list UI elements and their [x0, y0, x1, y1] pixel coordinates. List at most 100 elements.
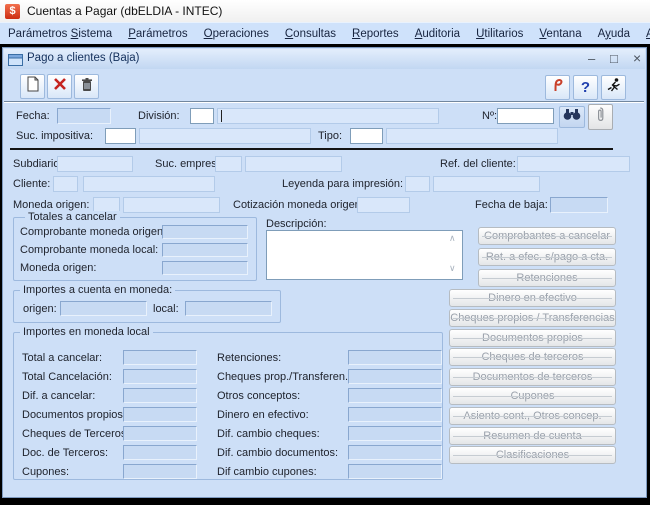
documentos-propios-label: Documentos propios: — [22, 409, 126, 422]
help-button[interactable]: ? — [573, 75, 598, 100]
importe-field — [123, 426, 197, 441]
form-window-icon — [8, 53, 23, 71]
cheques-propios-button[interactable]: Cheques propios / Transferencias — [449, 309, 616, 327]
retenciones-button[interactable]: Retenciones — [478, 269, 616, 287]
documentos-propios-button[interactable]: Documentos propios — [449, 329, 616, 347]
importe-field — [185, 301, 272, 316]
menu-ayuda[interactable]: Ayuda — [598, 28, 630, 40]
dif-cambio-cupones-label: Dif cambio cupones: — [217, 466, 317, 479]
minimize-button[interactable]: – — [588, 51, 595, 66]
cheques-terceros-button[interactable]: Cheques de terceros — [449, 348, 616, 366]
division-label: División: — [138, 110, 180, 123]
otros-conceptos-label: Otros conceptos: — [217, 390, 300, 403]
importe-field — [123, 369, 197, 384]
importe-field — [348, 369, 442, 384]
suc-empresa-code-field — [215, 156, 242, 172]
comprobante-ml-label: Comprobante moneda local: — [20, 244, 158, 257]
cotizacion-field — [357, 197, 410, 213]
resumen-cuenta-button[interactable]: Resumen de cuenta — [449, 427, 616, 445]
importes-local-title: Importes en moneda local — [20, 326, 153, 338]
nro-field[interactable] — [497, 108, 554, 124]
cupones-button[interactable]: Cupones — [449, 387, 616, 405]
menu-utilitarios[interactable]: Utilitarios — [476, 28, 523, 40]
totales-group-title: Totales a cancelar — [25, 211, 120, 223]
importe-field — [123, 350, 197, 365]
cliente-desc-field — [83, 176, 215, 192]
fecha-label: Fecha: — [16, 110, 50, 123]
new-document-icon — [25, 76, 41, 97]
clasificaciones-button[interactable]: Clasificaciones — [449, 446, 616, 464]
importe-field — [123, 407, 197, 422]
dinero-efectivo-button[interactable]: Dinero en efectivo — [449, 289, 616, 307]
binoculars-icon — [563, 108, 581, 126]
red-hook-icon — [552, 77, 564, 98]
menubar: Parámetros Sistema Parámetros Operacione… — [0, 22, 650, 44]
dif-a-cancelar-label: Dif. a cancelar: — [22, 390, 95, 403]
documentos-terceros-button[interactable]: Documentos de terceros — [449, 368, 616, 386]
app-title: Cuentas a Pagar (dbELDIA - INTEC) — [27, 4, 222, 18]
importe-field — [123, 464, 197, 479]
cheques-prop-label: Cheques prop./Transferen.: — [217, 371, 351, 384]
comprobante-mo-label: Comprobante moneda origen: — [20, 226, 166, 239]
menu-consultas[interactable]: Consultas — [285, 28, 336, 40]
leyenda-label: Leyenda para impresión: — [282, 178, 403, 191]
toolbar-separator — [4, 101, 644, 103]
subdiario-label: Subdiario: — [13, 158, 63, 171]
origen-label: origen: — [23, 303, 57, 316]
moneda-origen-total-label: Moneda origen: — [20, 262, 96, 275]
exit-button[interactable] — [601, 75, 626, 100]
tipo-desc-field — [386, 128, 558, 144]
tipo-code-field[interactable] — [350, 128, 383, 144]
attachment-button[interactable] — [588, 104, 613, 130]
ref-cliente-field — [517, 156, 630, 172]
division-code-field[interactable] — [190, 108, 214, 124]
descripcion-textarea[interactable] — [266, 230, 463, 280]
importe-field — [348, 388, 442, 403]
suc-impositiva-code-field[interactable] — [105, 128, 136, 144]
fecha-baja-label: Fecha de baja: — [475, 199, 548, 212]
cotizacion-label: Cotización moneda origen: — [233, 199, 364, 212]
dinero-efectivo-label: Dinero en efectivo: — [217, 409, 309, 422]
menu-reportes[interactable]: Reportes — [352, 28, 399, 40]
search-button[interactable] — [559, 106, 585, 128]
maximize-button[interactable]: □ — [610, 51, 618, 66]
menu-ate[interactable]: Ate — [646, 28, 650, 40]
child-window-title: Pago a clientes (Baja) — [27, 52, 140, 64]
menu-parametros[interactable]: Parámetros — [128, 28, 187, 40]
menu-parametros-sistema[interactable]: Parámetros Sistema — [8, 28, 112, 40]
delete-button[interactable] — [74, 74, 99, 99]
dif-cambio-documentos-label: Dif. cambio documentos: — [217, 447, 338, 460]
importe-field — [348, 350, 442, 365]
menu-ventana[interactable]: Ventana — [539, 28, 581, 40]
importe-field — [123, 388, 197, 403]
cliente-code-field — [53, 176, 78, 192]
ref-cliente-label: Ref. del cliente: — [440, 158, 516, 171]
menu-auditoria[interactable]: Auditoria — [415, 28, 460, 40]
nro-label: Nº: — [482, 110, 497, 123]
close-button[interactable]: × — [633, 51, 641, 66]
fecha-baja-field — [550, 197, 608, 213]
importe-field — [348, 407, 442, 422]
text-caret — [221, 110, 222, 122]
importe-field — [348, 445, 442, 460]
asiento-cont-button[interactable]: Asiento cont., Otros concep. — [449, 407, 616, 425]
ret-efec-button[interactable]: Ret. a efec. s/pago a cta. — [478, 248, 616, 266]
moneda-origen-desc-field — [123, 197, 220, 213]
comprobantes-cancelar-button[interactable]: Comprobantes a cancelar — [478, 227, 616, 245]
leyenda-desc-field — [433, 176, 540, 192]
pending-button[interactable] — [545, 75, 570, 100]
doc-terceros-label: Doc. de Terceros: — [22, 447, 108, 460]
paperclip-icon — [595, 106, 606, 128]
scroll-down-icon[interactable]: ∨ — [449, 264, 456, 273]
trash-icon — [80, 77, 94, 97]
menu-operaciones[interactable]: Operaciones — [204, 28, 269, 40]
new-record-button[interactable] — [20, 74, 45, 99]
question-mark-icon: ? — [581, 79, 590, 96]
scroll-up-icon[interactable]: ∧ — [449, 234, 456, 243]
dollar-app-icon: $ — [5, 4, 20, 19]
app-titlebar: $ Cuentas a Pagar (dbELDIA - INTEC) — [0, 0, 650, 22]
cancel-button[interactable] — [47, 74, 72, 99]
section-divider — [10, 148, 613, 150]
importe-field — [60, 301, 147, 316]
cupones-label: Cupones: — [22, 466, 69, 479]
